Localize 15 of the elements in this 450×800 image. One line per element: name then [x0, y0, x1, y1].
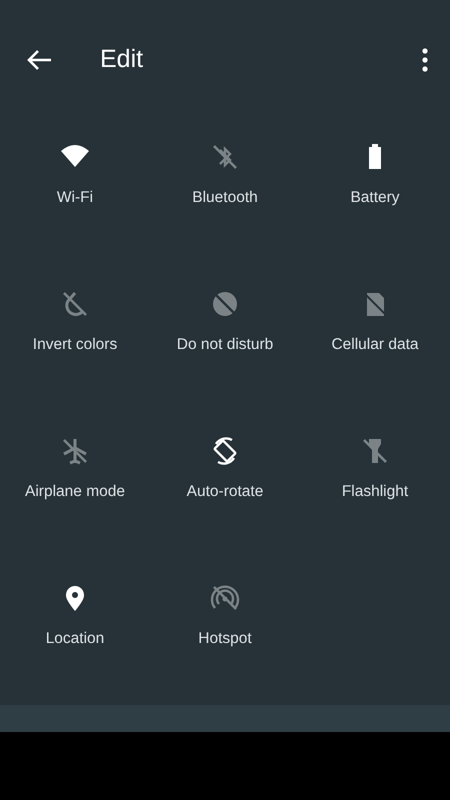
tile-label[interactable]: Cellular data — [331, 333, 419, 356]
tile-label[interactable]: Wi-Fi — [56, 186, 94, 210]
tile-label[interactable]: Invert colors — [32, 333, 118, 356]
do-not-disturb-icon[interactable] — [210, 289, 240, 319]
page-title: Edit — [100, 44, 144, 76]
back-icon[interactable] — [26, 49, 52, 71]
more-options-icon[interactable] — [422, 48, 428, 72]
tile-label[interactable]: Location — [46, 627, 104, 650]
tile-label[interactable]: Bluetooth — [192, 186, 258, 210]
tile-label[interactable]: Airplane mode — [25, 480, 125, 504]
tile-label[interactable]: Auto-rotate — [186, 480, 264, 504]
tile-label[interactable]: Do not disturb — [176, 333, 274, 356]
tile-label[interactable]: Battery — [350, 186, 400, 210]
tile-label[interactable]: Flashlight — [342, 480, 408, 504]
tile-label[interactable]: Hotspot — [198, 627, 252, 650]
